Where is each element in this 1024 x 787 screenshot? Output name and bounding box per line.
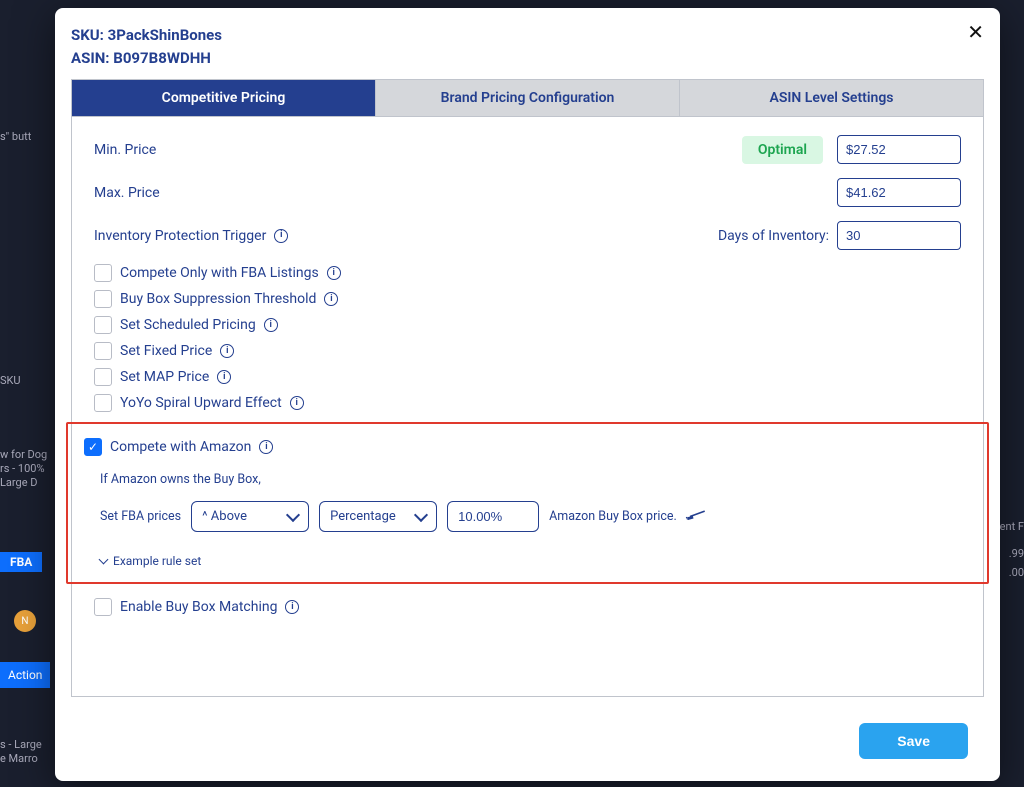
info-icon[interactable]: i [264, 318, 278, 332]
option-compete-amazon[interactable]: ✓ Compete with Amazon i [84, 438, 959, 456]
checkbox-compete-fba[interactable] [94, 264, 112, 282]
direction-select[interactable]: ^ Above [191, 501, 309, 532]
max-price-label: Max. Price [94, 185, 160, 201]
type-select[interactable]: Percentage [319, 501, 437, 532]
info-icon[interactable]: i [274, 229, 288, 243]
option-enable-bb-matching[interactable]: Enable Buy Box Matching i [94, 598, 961, 616]
max-price-row: Max. Price [94, 178, 961, 207]
info-icon[interactable]: i [285, 600, 299, 614]
info-icon[interactable]: i [259, 440, 273, 454]
option-label: Set Scheduled Pricing [120, 317, 256, 333]
sku-header: SKU: 3PackShinBones [71, 24, 984, 47]
info-icon[interactable]: i [217, 370, 231, 384]
option-label: Buy Box Suppression Threshold [120, 291, 316, 307]
amazon-tail-text: Amazon Buy Box price. [549, 509, 677, 524]
info-icon[interactable]: i [327, 266, 341, 280]
days-of-inventory-input[interactable] [837, 221, 961, 250]
max-price-input[interactable] [837, 178, 961, 207]
chevron-down-icon [99, 555, 109, 565]
bg-avatar: N [0, 590, 36, 632]
example-rule-set-toggle[interactable]: Example rule set [100, 554, 959, 568]
tab-asin-settings[interactable]: ASIN Level Settings [680, 80, 983, 116]
asin-value: B097B8WDHH [113, 49, 211, 67]
tab-brand-config[interactable]: Brand Pricing Configuration [376, 80, 680, 116]
compete-amazon-highlight: ✓ Compete with Amazon i If Amazon owns t… [66, 422, 989, 584]
option-compete-fba[interactable]: Compete Only with FBA Listings i [94, 264, 961, 282]
bg-text: e Marro [0, 752, 38, 765]
bg-action: Action [0, 662, 50, 688]
min-price-row: Min. Price Optimal [94, 135, 961, 164]
checkbox-yoyo[interactable] [94, 394, 112, 412]
option-label: Compete with Amazon [110, 439, 251, 455]
background-right: rent F .99 .00 [996, 520, 1024, 579]
info-icon[interactable]: i [290, 396, 304, 410]
bg-text: .99 [996, 547, 1024, 560]
bg-text: rent F [996, 520, 1024, 533]
inventory-trigger-label: Inventory Protection Trigger [94, 228, 266, 244]
tab-content: Min. Price Optimal Max. Price Inventory … [71, 117, 984, 697]
option-map-price[interactable]: Set MAP Price i [94, 368, 961, 386]
checkbox-fixed-price[interactable] [94, 342, 112, 360]
min-price-input[interactable] [837, 135, 961, 164]
option-label: Set Fixed Price [120, 343, 212, 359]
save-button[interactable]: Save [859, 723, 968, 759]
option-yoyo[interactable]: YoYo Spiral Upward Effect i [94, 394, 961, 412]
info-icon[interactable]: i [324, 292, 338, 306]
bg-text: .00 [996, 566, 1024, 579]
min-price-label: Min. Price [94, 142, 156, 158]
info-icon[interactable]: i [220, 344, 234, 358]
bg-fba-badge: FBA [0, 552, 42, 572]
bg-text: SKU [0, 374, 21, 387]
option-label: Set MAP Price [120, 369, 209, 385]
bg-text: Large D [0, 476, 38, 489]
bg-text: s" butt [0, 130, 31, 143]
inventory-trigger-row: Inventory Protection Trigger i Days of I… [94, 221, 961, 250]
tab-bar: Competitive Pricing Brand Pricing Config… [71, 79, 984, 117]
set-fba-label: Set FBA prices [100, 509, 181, 524]
option-label: Compete Only with FBA Listings [120, 265, 319, 281]
sku-label: SKU: [71, 26, 104, 44]
option-label: YoYo Spiral Upward Effect [120, 395, 282, 411]
percentage-input[interactable] [447, 501, 539, 532]
option-fixed-price[interactable]: Set Fixed Price i [94, 342, 961, 360]
checkbox-scheduled-pricing[interactable] [94, 316, 112, 334]
checkbox-buybox-suppression[interactable] [94, 290, 112, 308]
option-buybox-suppression[interactable]: Buy Box Suppression Threshold i [94, 290, 961, 308]
checkbox-compete-amazon[interactable]: ✓ [84, 438, 102, 456]
days-of-inventory-label: Days of Inventory: [718, 228, 829, 244]
close-icon[interactable]: ✕ [967, 20, 984, 44]
pricing-modal: ✕ SKU: 3PackShinBones ASIN: B097B8WDHH C… [55, 8, 1000, 781]
broom-icon[interactable] [682, 501, 712, 533]
example-label: Example rule set [113, 554, 201, 568]
asin-label: ASIN: [71, 49, 110, 67]
asin-header: ASIN: B097B8WDHH [71, 47, 984, 70]
tab-competitive-pricing[interactable]: Competitive Pricing [72, 80, 376, 116]
checkbox-enable-bb-matching[interactable] [94, 598, 112, 616]
bg-text: w for Dog [0, 448, 47, 461]
option-label: Enable Buy Box Matching [120, 599, 277, 615]
optimal-badge: Optimal [742, 136, 823, 164]
bg-text: rs - 100% [0, 462, 45, 475]
sku-value: 3PackShinBones [108, 26, 222, 44]
option-scheduled-pricing[interactable]: Set Scheduled Pricing i [94, 316, 961, 334]
bg-text: s - Large [0, 738, 42, 751]
background-left: s" butt SKU w for Dog rs - 100% Large D … [0, 0, 55, 787]
amazon-intro-text: If Amazon owns the Buy Box, [100, 472, 959, 487]
checkbox-map-price[interactable] [94, 368, 112, 386]
